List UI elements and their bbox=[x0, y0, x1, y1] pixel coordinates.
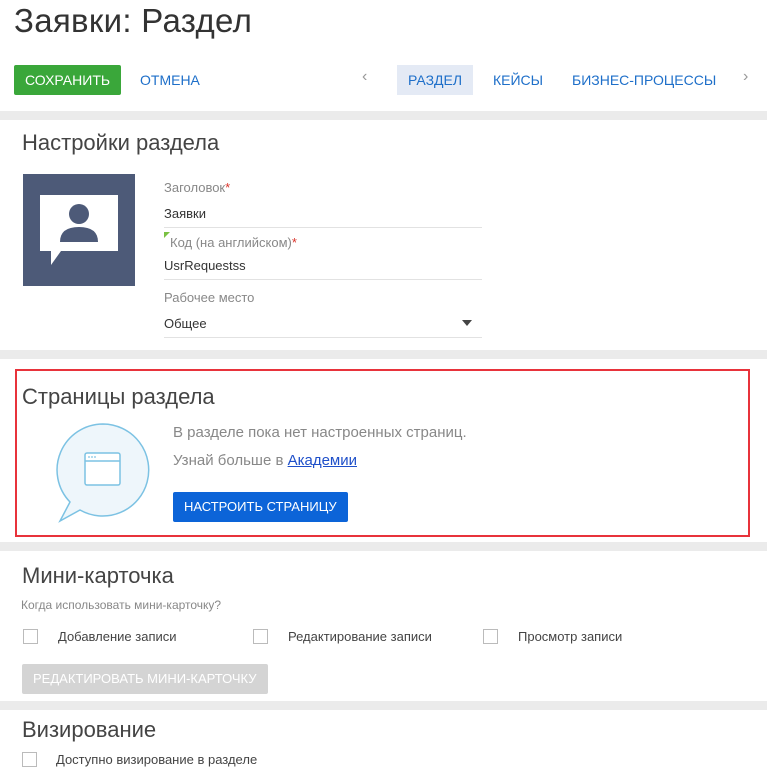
settings-section-title: Настройки раздела bbox=[22, 130, 220, 155]
save-button[interactable]: СОХРАНИТЬ bbox=[14, 65, 122, 95]
pages-empty-text: В разделе пока нет настроенных страниц. bbox=[173, 424, 467, 441]
workplace-label: Рабочее место bbox=[164, 290, 255, 305]
tab-section[interactable]: РАЗДЕЛ bbox=[397, 65, 474, 95]
code-label: Код (на английском)* bbox=[170, 235, 297, 250]
heading-label: Заголовок* bbox=[164, 180, 231, 195]
chevron-down-icon[interactable] bbox=[462, 320, 472, 326]
checkbox-edit-record-label: Редактирование записи bbox=[288, 629, 432, 644]
section-divider bbox=[0, 701, 767, 710]
checkbox-view-record-label: Просмотр записи bbox=[518, 629, 623, 644]
edit-mini-card-button[interactable]: РЕДАКТИРОВАТЬ МИНИ-КАРТОЧКУ bbox=[22, 664, 268, 694]
page-bubble-icon bbox=[56, 423, 150, 523]
checkbox-view-record[interactable] bbox=[483, 629, 498, 644]
section-divider bbox=[0, 111, 767, 120]
configure-page-button[interactable]: НАСТРОИТЬ СТРАНИЦУ bbox=[173, 492, 348, 522]
pages-learn-more: Узнай больше в Академии bbox=[173, 452, 357, 469]
section-divider bbox=[0, 542, 767, 551]
tabs-next-arrow-icon[interactable]: › bbox=[743, 68, 748, 86]
page-title: Заявки: Раздел bbox=[14, 2, 253, 39]
checkbox-approval-label: Доступно визирование в разделе bbox=[56, 752, 258, 767]
tabs-prev-arrow-icon[interactable]: ‹ bbox=[362, 68, 367, 86]
checkbox-add-record[interactable] bbox=[23, 629, 38, 644]
workplace-select[interactable]: Общее bbox=[164, 316, 482, 338]
mini-card-hint[interactable]: Когда использовать мини-карточку? bbox=[21, 598, 221, 612]
mini-card-section-title: Мини-карточка bbox=[22, 563, 174, 588]
cancel-button[interactable]: ОТМЕНА bbox=[140, 65, 200, 95]
checkbox-add-record-label: Добавление записи bbox=[58, 629, 177, 644]
tab-business-processes[interactable]: БИЗНЕС-ПРОЦЕССЫ bbox=[561, 65, 727, 95]
checkbox-approval[interactable] bbox=[22, 752, 37, 767]
approval-section-title: Визирование bbox=[22, 717, 157, 742]
toolbar: СОХРАНИТЬ ОТМЕНА ‹ РАЗДЕЛ КЕЙСЫ БИЗНЕС-П… bbox=[0, 64, 767, 96]
pages-section-title: Страницы раздела bbox=[22, 384, 215, 409]
user-chat-icon[interactable] bbox=[23, 174, 135, 286]
section-divider bbox=[0, 350, 767, 359]
academy-link[interactable]: Академии bbox=[288, 452, 357, 469]
tab-cases[interactable]: КЕЙСЫ bbox=[482, 65, 554, 95]
checkbox-edit-record[interactable] bbox=[253, 629, 268, 644]
code-field[interactable]: UsrRequestss bbox=[164, 258, 482, 280]
heading-field[interactable]: Заявки bbox=[164, 206, 482, 228]
